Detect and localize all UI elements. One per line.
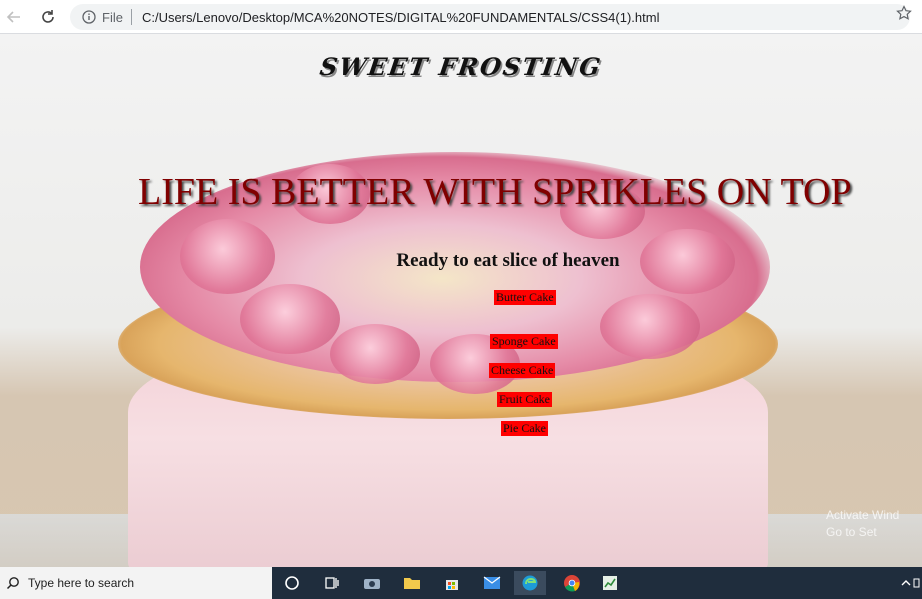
- bookmark-star-icon[interactable]: [896, 5, 912, 21]
- menu-link-pie-cake[interactable]: Pie Cake: [501, 421, 548, 436]
- address-bar[interactable]: File C:/Users/Lenovo/Desktop/MCA%20NOTES…: [70, 4, 910, 30]
- app-button[interactable]: [598, 571, 622, 595]
- site-logo: SWEET FROSTING: [318, 52, 604, 81]
- page-subheading: Ready to eat slice of heaven: [396, 250, 620, 271]
- address-separator: [130, 9, 132, 25]
- file-explorer-button[interactable]: [400, 571, 424, 595]
- arrow-left-icon: [6, 11, 20, 23]
- camera-app-button[interactable]: [360, 571, 384, 595]
- menu-link-fruit-cake[interactable]: Fruit Cake: [497, 392, 552, 407]
- menu-link-sponge-cake[interactable]: Sponge Cake: [490, 334, 558, 349]
- frosting-swirl: [240, 284, 340, 354]
- search-icon: [6, 577, 19, 590]
- activation-watermark-line1: Activate Wind: [826, 508, 900, 522]
- task-view-button[interactable]: [320, 571, 344, 595]
- task-view-icon: [325, 577, 339, 589]
- windows-taskbar: Type here to search: [0, 567, 922, 599]
- chrome-browser-button[interactable]: [560, 571, 584, 595]
- browser-toolbar: File C:/Users/Lenovo/Desktop/MCA%20NOTES…: [0, 0, 922, 34]
- chrome-icon: [564, 575, 580, 592]
- activation-watermark-line2: Go to Set: [826, 525, 877, 539]
- back-button[interactable]: [2, 5, 26, 29]
- store-bag-icon: [446, 580, 458, 590]
- info-icon[interactable]: [82, 10, 96, 24]
- menu-link-cheese-cake[interactable]: Cheese Cake: [489, 363, 556, 378]
- cortana-button[interactable]: [280, 571, 304, 595]
- circle-icon: [285, 576, 299, 590]
- system-tray-chevron[interactable]: [900, 575, 920, 592]
- reload-icon: [42, 10, 54, 23]
- reload-button[interactable]: [36, 5, 60, 29]
- taskbar-search-box[interactable]: Type here to search: [0, 567, 272, 599]
- mail-icon: [483, 576, 501, 589]
- frosting-swirl: [600, 294, 700, 359]
- menu-link-butter-cake[interactable]: Butter Cake: [494, 290, 556, 305]
- search-placeholder: Type here to search: [28, 576, 135, 590]
- camera-icon: [364, 579, 380, 589]
- store-button[interactable]: [440, 571, 464, 595]
- web-page: SWEET FROSTING LIFE IS BETTER WITH SPRIK…: [0, 34, 922, 567]
- edge-browser-button[interactable]: [514, 571, 546, 595]
- frosting-swirl: [330, 324, 420, 384]
- chevron-up-icon: [901, 578, 920, 588]
- chart-app-icon: [603, 576, 617, 590]
- mail-button[interactable]: [480, 571, 504, 595]
- url-text[interactable]: C:/Users/Lenovo/Desktop/MCA%20NOTES/DIGI…: [142, 10, 660, 25]
- page-headline: LIFE IS BETTER WITH SPRIKLES ON TOP: [138, 171, 852, 213]
- folder-icon: [404, 578, 420, 589]
- file-protocol-label: File: [102, 9, 123, 25]
- edge-icon: [522, 575, 538, 591]
